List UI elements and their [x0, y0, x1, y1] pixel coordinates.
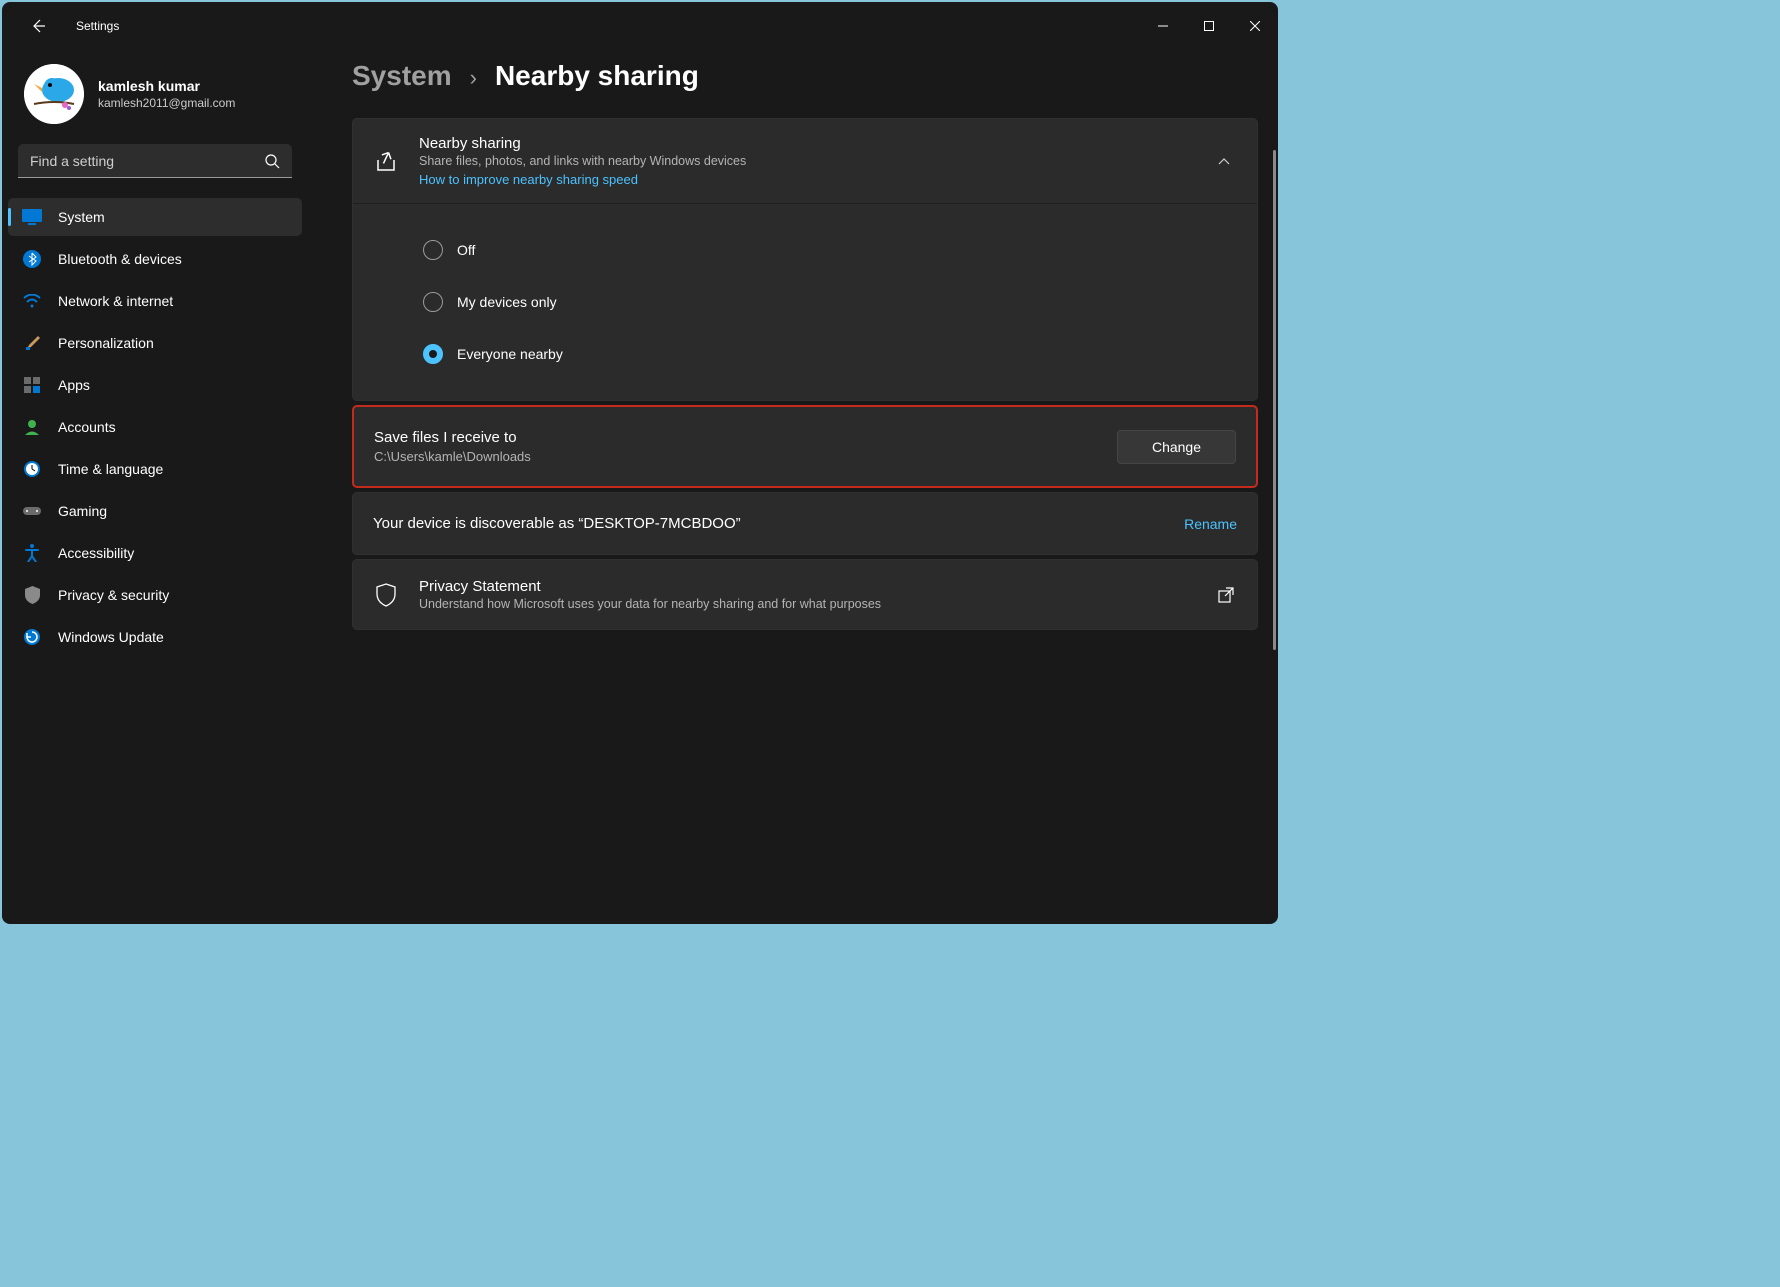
change-button[interactable]: Change [1117, 430, 1236, 464]
sidebar-item-bluetooth[interactable]: Bluetooth & devices [8, 240, 302, 278]
maximize-button[interactable] [1186, 6, 1232, 46]
save-location-card: Save files I receive to C:\Users\kamle\D… [352, 405, 1258, 488]
search-wrap [18, 144, 292, 178]
avatar [24, 64, 84, 124]
minimize-button[interactable] [1140, 6, 1186, 46]
sidebar-item-label: System [58, 209, 105, 225]
sidebar-item-label: Windows Update [58, 629, 164, 645]
radio-my-devices[interactable]: My devices only [423, 276, 1237, 328]
sidebar-item-label: Gaming [58, 503, 107, 519]
nav-list: System Bluetooth & devices Network & int… [8, 198, 302, 656]
breadcrumb: System › Nearby sharing [352, 60, 1258, 92]
privacy-card[interactable]: Privacy Statement Understand how Microso… [352, 559, 1258, 630]
radio-icon [423, 292, 443, 312]
chevron-right-icon: › [470, 65, 477, 91]
radio-label: My devices only [457, 294, 557, 310]
bluetooth-icon [22, 249, 42, 269]
content-area: System › Nearby sharing Nearby sharing S… [312, 50, 1278, 630]
sidebar-item-privacy[interactable]: Privacy & security [8, 576, 302, 614]
sidebar-item-label: Apps [58, 377, 90, 393]
sharing-radio-group: Off My devices only Everyone nearby [353, 203, 1257, 400]
update-icon [22, 627, 42, 647]
sidebar-item-accounts[interactable]: Accounts [8, 408, 302, 446]
card-subtitle: Share files, photos, and links with near… [419, 154, 1191, 168]
apps-icon [22, 375, 42, 395]
maximize-icon [1204, 21, 1214, 31]
sidebar-item-label: Bluetooth & devices [58, 251, 182, 267]
window-controls [1140, 6, 1278, 46]
shield-icon [22, 585, 42, 605]
chevron-up-icon [1211, 157, 1237, 165]
nearby-sharing-header[interactable]: Nearby sharing Share files, photos, and … [353, 119, 1257, 203]
radio-icon [423, 240, 443, 260]
rename-link[interactable]: Rename [1184, 516, 1237, 532]
sidebar-item-apps[interactable]: Apps [8, 366, 302, 404]
sidebar-item-label: Time & language [58, 461, 163, 477]
shield-outline-icon [373, 582, 399, 608]
clock-icon [22, 459, 42, 479]
nearby-sharing-card: Nearby sharing Share files, photos, and … [352, 118, 1258, 401]
save-title: Save files I receive to [374, 429, 1117, 446]
arrow-left-icon [30, 18, 46, 34]
card-title: Nearby sharing [419, 135, 1191, 152]
close-button[interactable] [1232, 6, 1278, 46]
radio-off[interactable]: Off [423, 224, 1237, 276]
sidebar-item-label: Network & internet [58, 293, 173, 309]
save-path: C:\Users\kamle\Downloads [374, 449, 1117, 464]
search-button[interactable] [260, 149, 284, 173]
sidebar-item-update[interactable]: Windows Update [8, 618, 302, 656]
search-icon [265, 154, 280, 169]
close-icon [1250, 21, 1260, 31]
gamepad-icon [22, 501, 42, 521]
profile-email: kamlesh2011@gmail.com [98, 96, 235, 110]
sidebar: kamlesh kumar kamlesh2011@gmail.com Syst… [2, 50, 312, 924]
sidebar-item-personalization[interactable]: Personalization [8, 324, 302, 362]
sidebar-item-gaming[interactable]: Gaming [8, 492, 302, 530]
sidebar-item-label: Accessibility [58, 545, 134, 561]
minimize-icon [1158, 21, 1168, 31]
titlebar: Settings [2, 2, 1278, 50]
sidebar-item-network[interactable]: Network & internet [8, 282, 302, 320]
share-icon [373, 148, 399, 174]
radio-label: Everyone nearby [457, 346, 563, 362]
system-icon [22, 207, 42, 227]
radio-label: Off [457, 242, 475, 258]
radio-everyone[interactable]: Everyone nearby [423, 328, 1237, 380]
sidebar-item-label: Privacy & security [58, 587, 169, 603]
accessibility-icon [22, 543, 42, 563]
sidebar-item-label: Accounts [58, 419, 116, 435]
external-link-icon [1215, 587, 1237, 603]
profile-block[interactable]: kamlesh kumar kamlesh2011@gmail.com [8, 50, 302, 144]
brush-icon [22, 333, 42, 353]
radio-icon [423, 344, 443, 364]
search-input[interactable] [18, 144, 292, 178]
profile-name: kamlesh kumar [98, 78, 235, 94]
sidebar-item-label: Personalization [58, 335, 154, 351]
sidebar-item-system[interactable]: System [8, 198, 302, 236]
window-title: Settings [76, 19, 119, 33]
sidebar-item-time[interactable]: Time & language [8, 450, 302, 488]
wifi-icon [22, 291, 42, 311]
improve-speed-link[interactable]: How to improve nearby sharing speed [419, 172, 1191, 187]
sidebar-item-accessibility[interactable]: Accessibility [8, 534, 302, 572]
discoverable-text: Your device is discoverable as “DESKTOP-… [373, 515, 1184, 532]
person-icon [22, 417, 42, 437]
breadcrumb-parent[interactable]: System [352, 60, 452, 92]
page-title: Nearby sharing [495, 60, 699, 92]
privacy-subtitle: Understand how Microsoft uses your data … [419, 597, 1195, 611]
discoverable-card: Your device is discoverable as “DESKTOP-… [352, 492, 1258, 555]
settings-window: Settings [2, 2, 1278, 924]
privacy-title: Privacy Statement [419, 578, 1195, 595]
back-button[interactable] [18, 6, 58, 46]
scrollbar[interactable] [1273, 150, 1276, 650]
